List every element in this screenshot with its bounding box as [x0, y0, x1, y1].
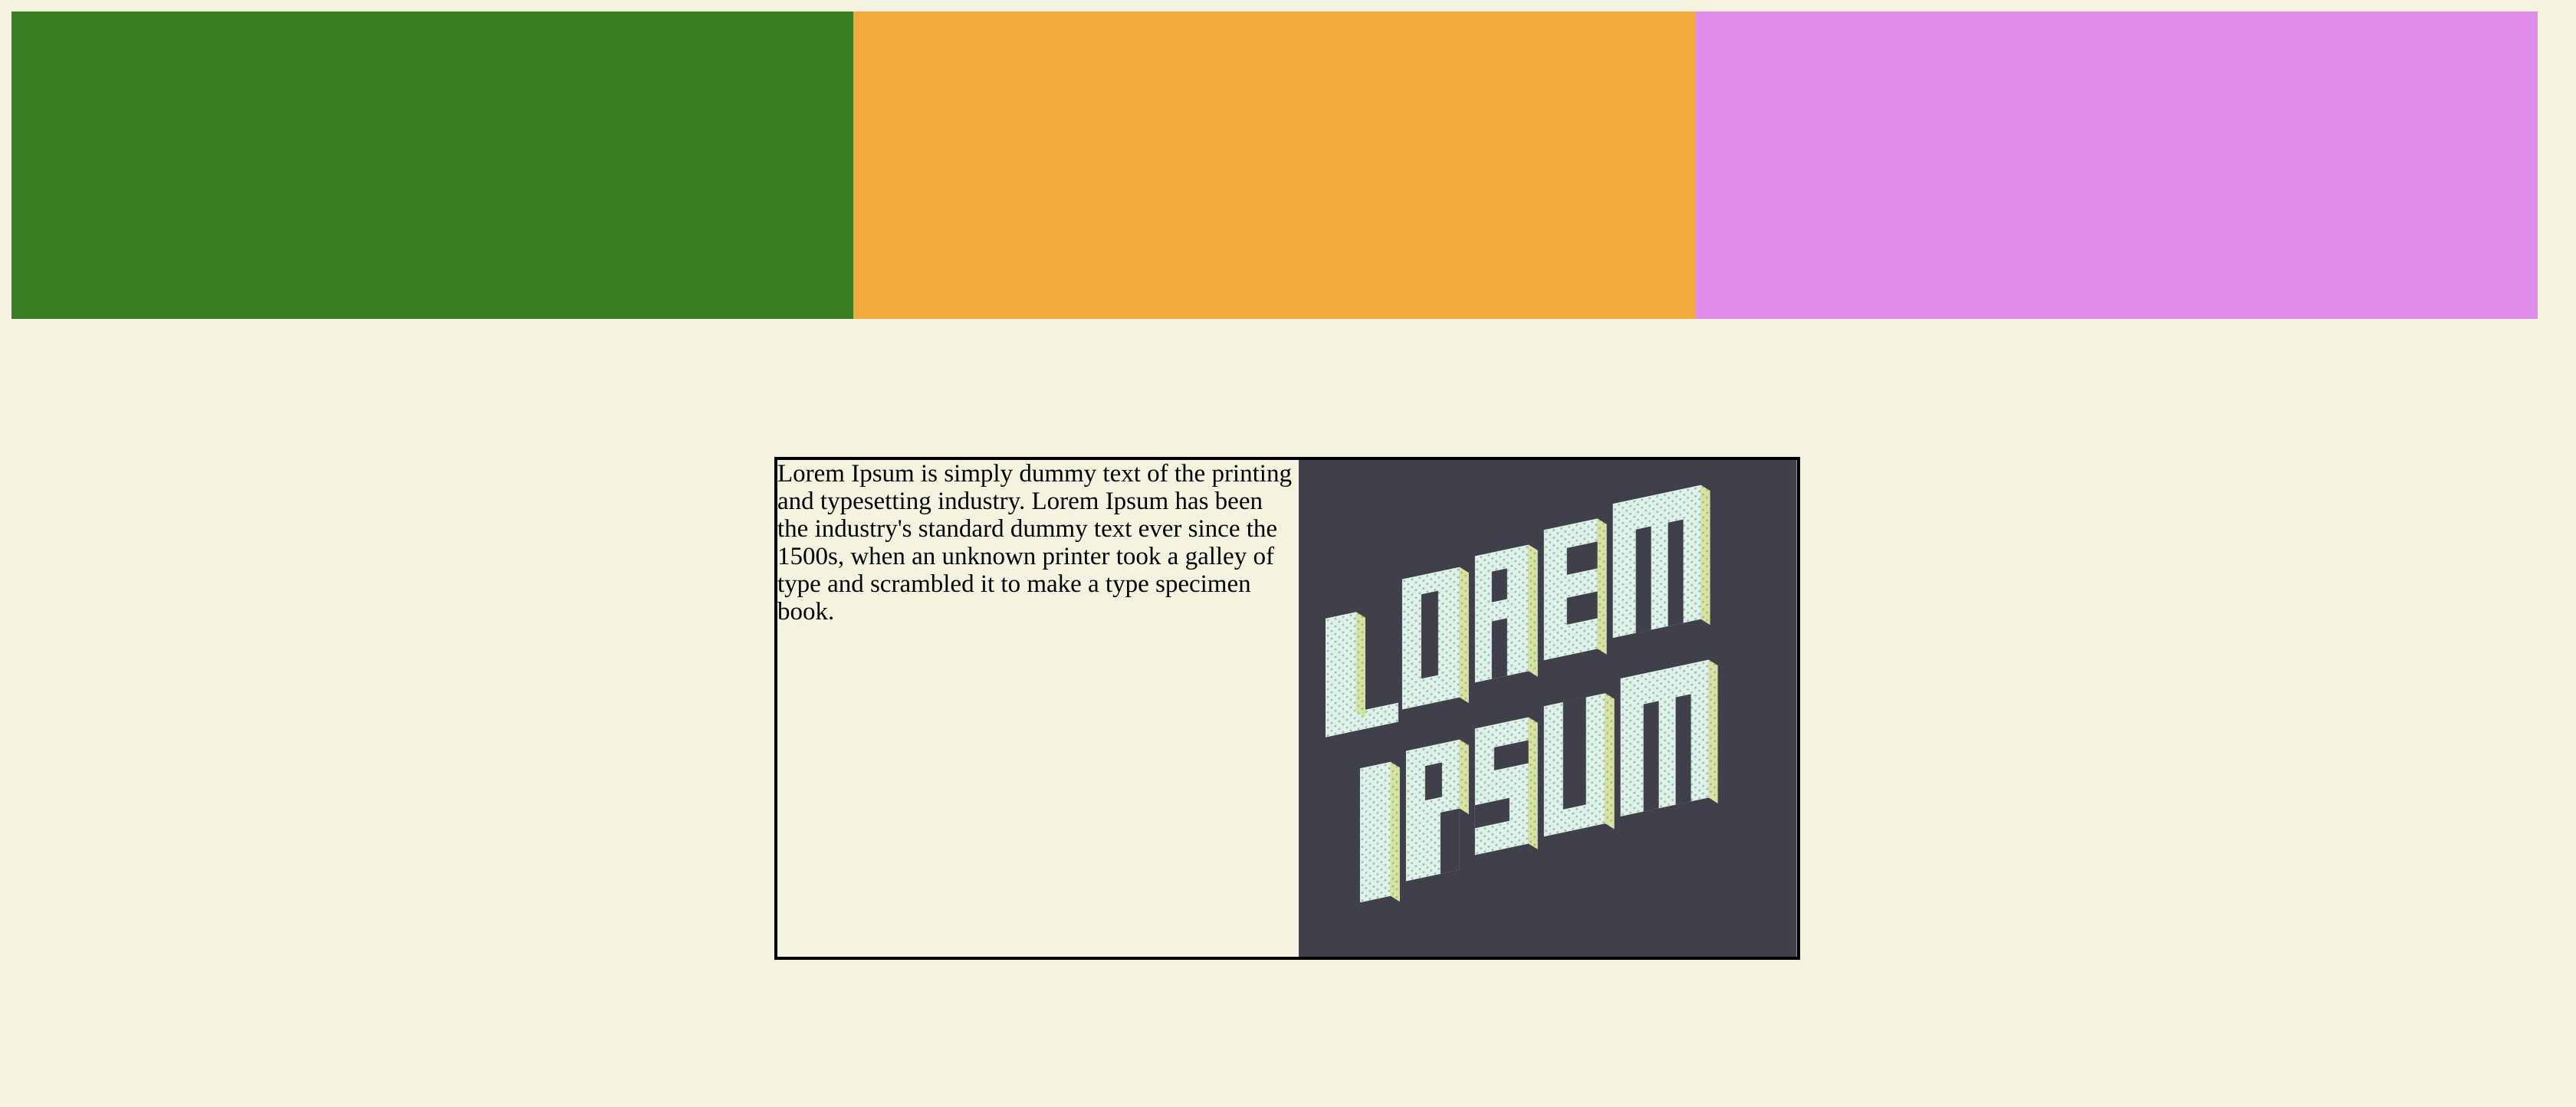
content-card: Lorem Ipsum is simply dummy text of the …	[774, 457, 1800, 960]
stripe-swatch-pink	[1695, 11, 2538, 319]
stripe-swatch-green	[12, 11, 854, 319]
card-paragraph: Lorem Ipsum is simply dummy text of the …	[777, 460, 1292, 626]
stripe-swatch-orange	[853, 11, 1696, 319]
lorem-ipsum-illustration	[1299, 460, 1797, 957]
lorem-ipsum-image	[1299, 460, 1797, 957]
color-stripe	[12, 11, 2538, 319]
